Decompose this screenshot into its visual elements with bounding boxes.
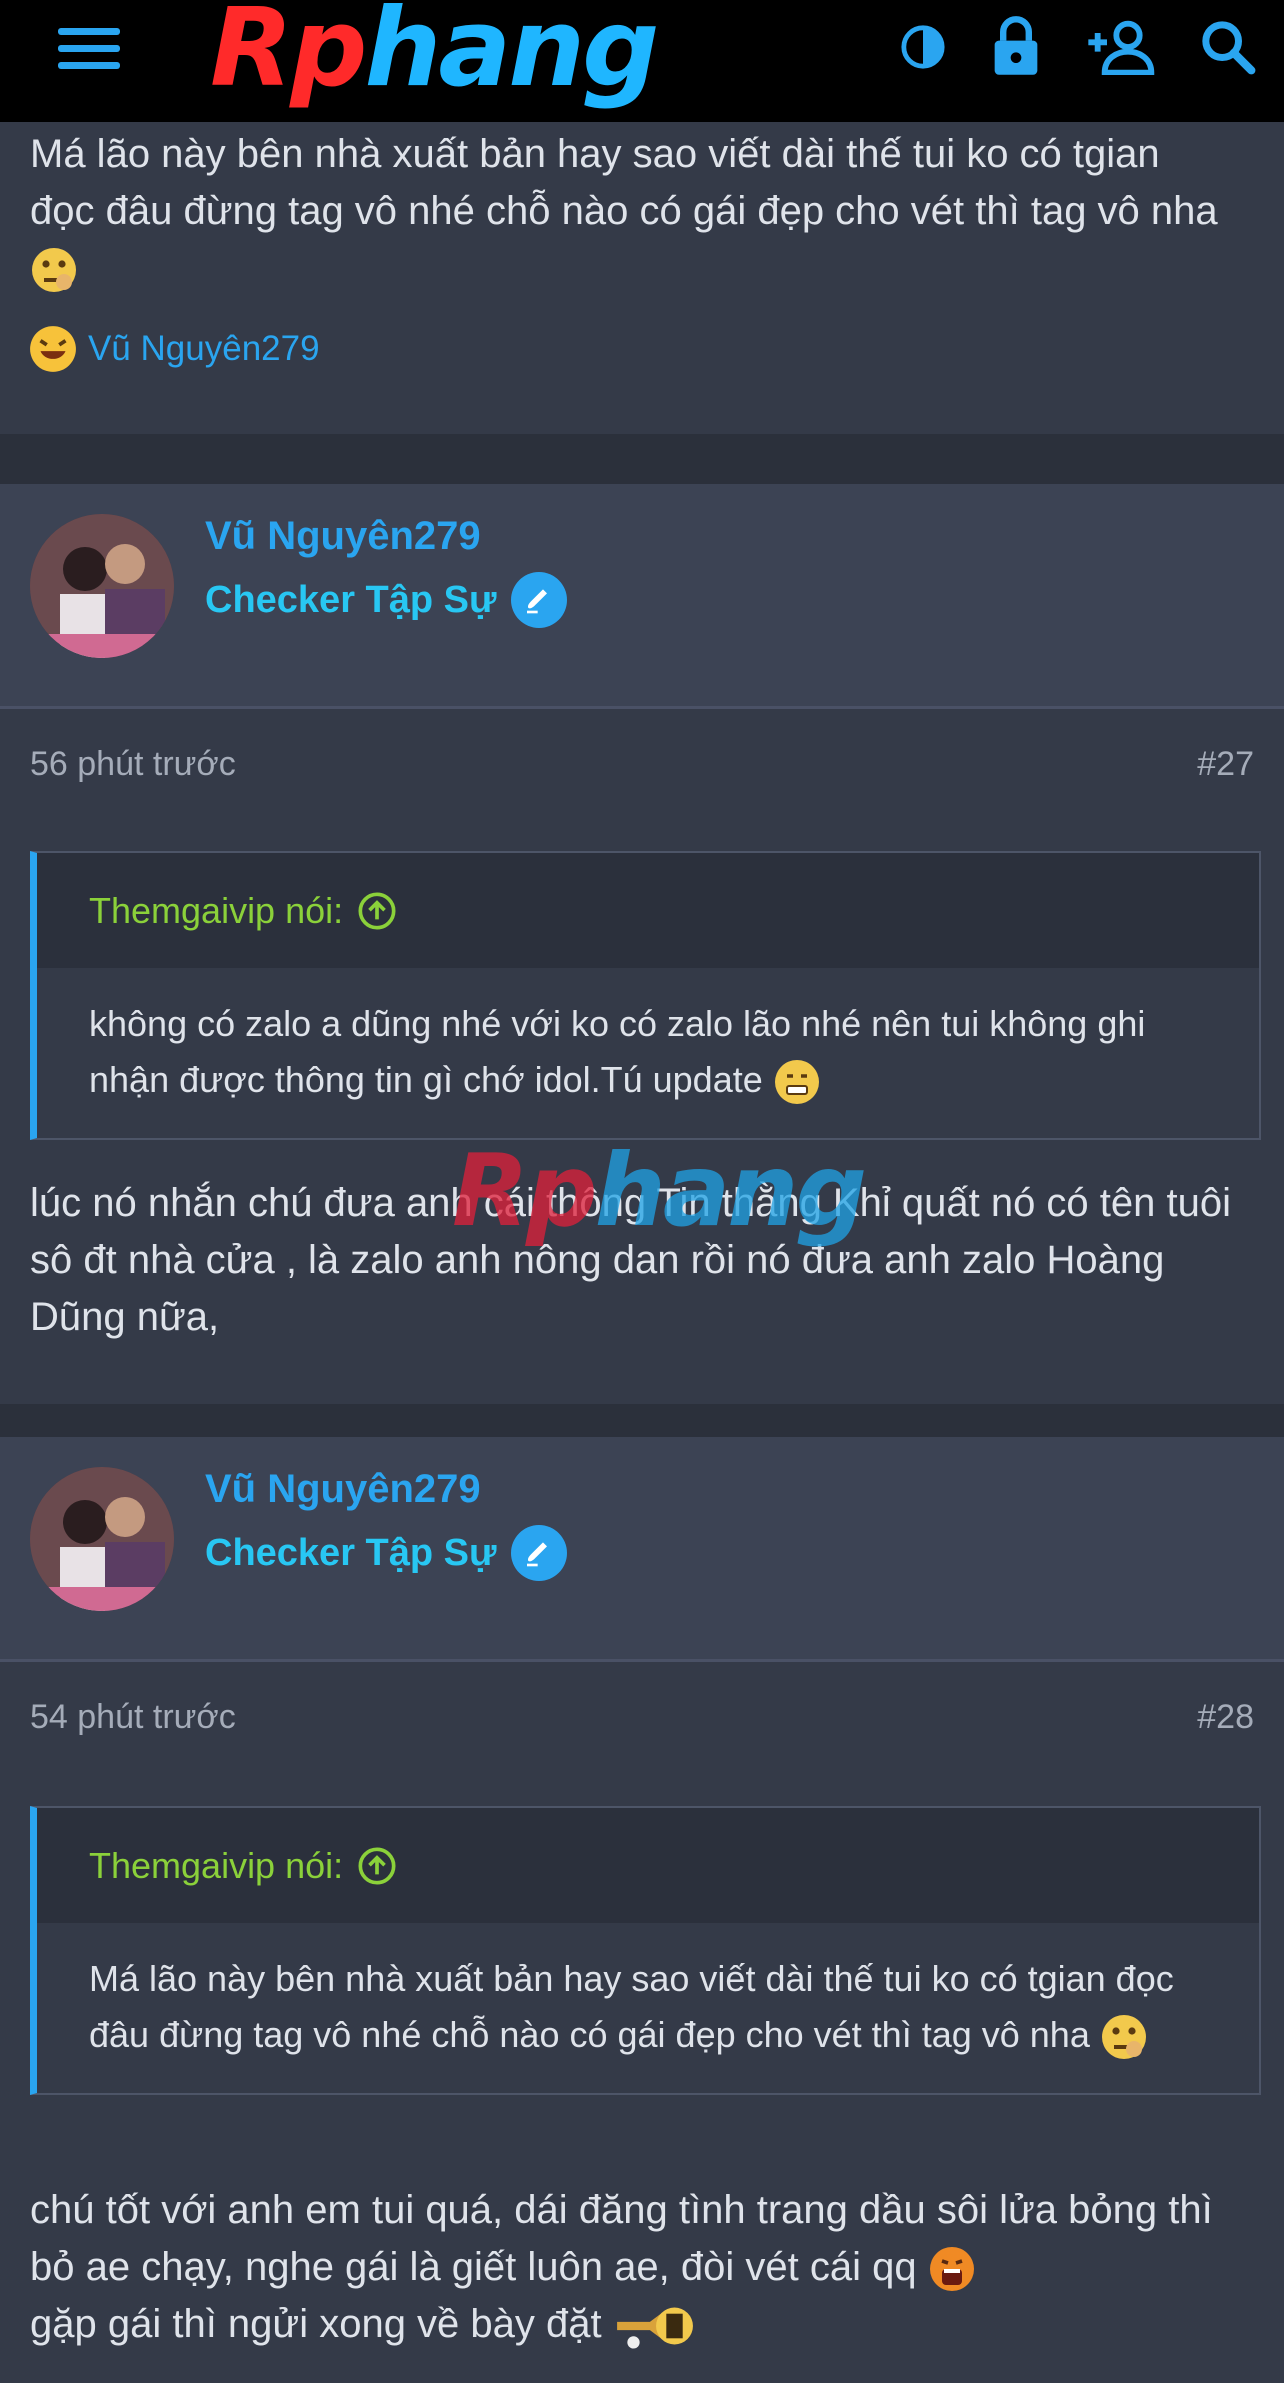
thinking-emoji-icon — [1101, 2015, 1146, 2060]
menu-icon[interactable] — [58, 28, 120, 72]
post-userbar: Vũ Nguyên279 Checker Tập Sự — [0, 484, 1284, 709]
search-icon[interactable] — [1200, 19, 1256, 75]
post-userbar: Vũ Nguyên279 Checker Tập Sự — [0, 1437, 1284, 1662]
quote-header[interactable]: Themgaivip nói: — [37, 1808, 1259, 1923]
user-title: Checker Tập Sự — [205, 572, 567, 628]
avatar[interactable] — [30, 1467, 174, 1611]
post-card-28: 54 phút trước #28 Themgaivip nói: Má lão… — [0, 1662, 1284, 2383]
post-number[interactable]: #28 — [1197, 1698, 1254, 1737]
post-number[interactable]: #27 — [1197, 745, 1254, 784]
trumpet-emoji-icon — [616, 2307, 693, 2349]
post-card-27: 56 phút trước #27 Themgaivip nói: không … — [0, 709, 1284, 1404]
watermark-logo: Rphang — [452, 1132, 867, 1249]
post-meta: 54 phút trước #28 — [30, 1698, 1254, 1737]
checker-badge-icon — [510, 572, 567, 628]
grimace-emoji-icon — [774, 1060, 819, 1105]
quote-text: không có zalo a dũng nhé với ko có zalo … — [37, 968, 1259, 1138]
user-title: Checker Tập Sự — [205, 1525, 567, 1581]
post-meta: 56 phút trước #27 — [30, 745, 1254, 784]
post-time[interactable]: 54 phút trước — [30, 1698, 236, 1737]
quote-block: Themgaivip nói: Má lão này bên nhà xuất … — [30, 1806, 1261, 2095]
quote-header[interactable]: Themgaivip nói: — [37, 853, 1259, 968]
quote-block: Themgaivip nói: không có zalo a dũng nhé… — [30, 851, 1261, 1140]
reaction-user[interactable]: Vũ Nguyên279 — [88, 329, 320, 369]
shouting-emoji-icon — [929, 2247, 974, 2292]
avatar[interactable] — [30, 514, 174, 658]
arrow-up-circle-icon[interactable] — [357, 891, 397, 931]
username[interactable]: Vũ Nguyên279 — [205, 1467, 481, 1512]
quote-text: Má lão này bên nhà xuất bản hay sao viết… — [37, 1923, 1259, 2093]
theme-toggle-icon[interactable] — [900, 24, 946, 70]
lock-icon[interactable] — [990, 15, 1042, 79]
top-icon-group — [900, 12, 1256, 82]
post-message: chú tốt với anh em tui quá, dái đăng tìn… — [30, 2182, 1250, 2353]
post-time[interactable]: 56 phút trước — [30, 745, 236, 784]
add-user-icon[interactable] — [1086, 19, 1156, 75]
post-card-previous: Má lão này bên nhà xuất bản hay sao viết… — [0, 122, 1284, 434]
top-navigation-bar: Rphang — [0, 0, 1284, 122]
checker-badge-icon — [510, 1525, 567, 1581]
arrow-up-circle-icon[interactable] — [357, 1846, 397, 1886]
site-logo[interactable]: Rphang — [210, 0, 659, 104]
thinking-emoji-icon — [32, 248, 76, 293]
post-message: Má lão này bên nhà xuất bản hay sao viết… — [30, 126, 1230, 297]
username[interactable]: Vũ Nguyên279 — [205, 514, 481, 559]
reaction-summary[interactable]: Vũ Nguyên279 — [28, 324, 320, 374]
laughing-emoji-icon — [30, 326, 76, 372]
